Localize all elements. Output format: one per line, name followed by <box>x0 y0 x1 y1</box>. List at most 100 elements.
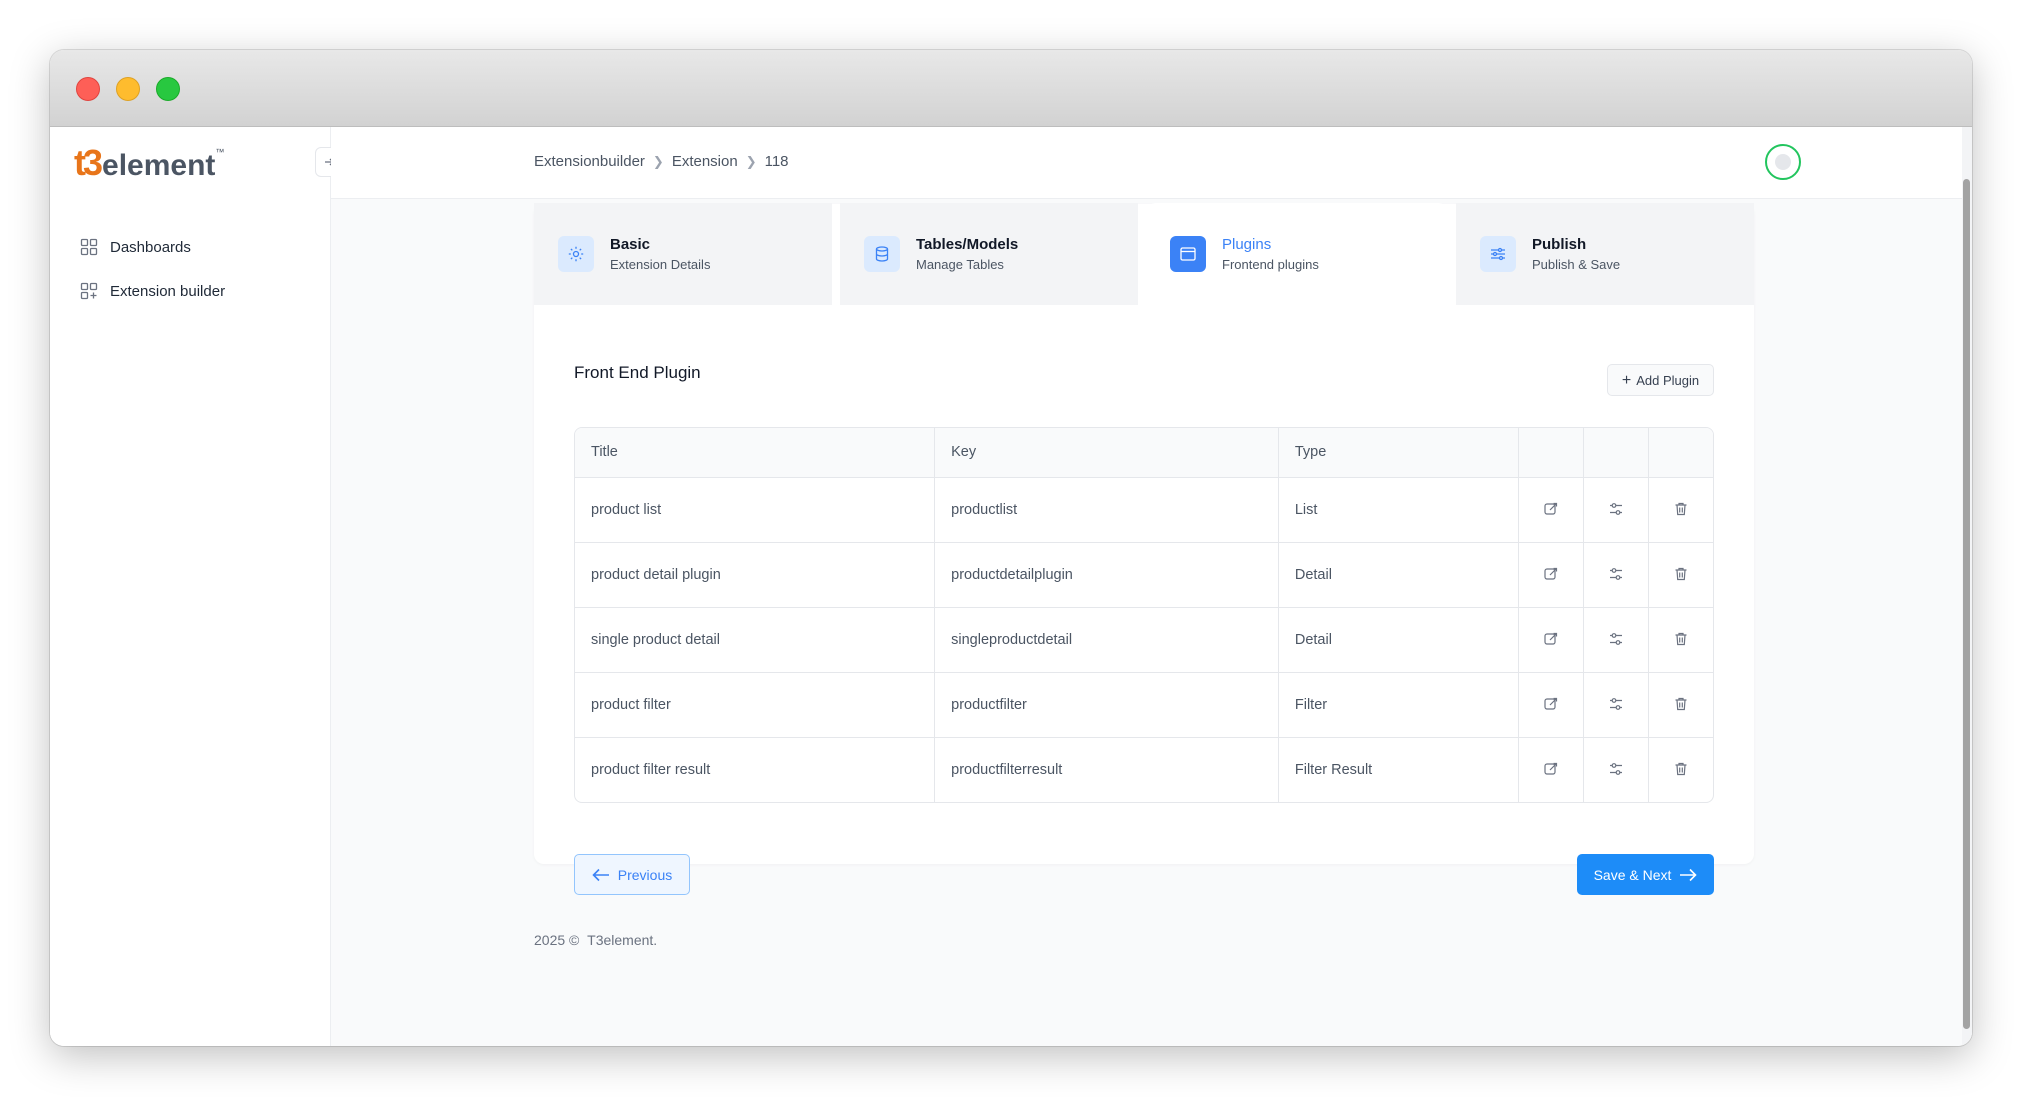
footer-company[interactable]: T3element. <box>587 932 657 948</box>
database-icon <box>875 246 889 262</box>
plugins-table: Title Key Type product list productlist Li… <box>574 427 1714 803</box>
table-row: product filter result productfilterresult… <box>575 737 1713 802</box>
cell-key: productfilter <box>934 672 1279 738</box>
logo-mark: t3 <box>74 142 103 183</box>
cell-title: product filter result <box>575 737 936 802</box>
step-title: Basic <box>610 236 651 253</box>
cell-delete <box>1648 607 1713 673</box>
cell-title: product detail plugin <box>575 542 936 608</box>
scrollbar-thumb[interactable] <box>1963 179 1970 1029</box>
step-title: Publish <box>1531 236 1587 253</box>
step-icon-box <box>1479 236 1516 272</box>
column-header-title: Title <box>575 428 936 478</box>
chevron-right-icon: ❯ <box>745 153 757 169</box>
cell-type: Filter Result <box>1278 737 1519 802</box>
trash-icon[interactable] <box>1670 498 1692 520</box>
cell-type: Detail <box>1278 607 1519 673</box>
breadcrumb-item-extension[interactable]: Extension <box>672 153 738 170</box>
step-subtitle: Manage Tables <box>916 257 1004 272</box>
cell-type: Filter <box>1278 672 1519 738</box>
column-header-edit <box>1518 428 1584 478</box>
previous-button[interactable]: Previous <box>574 854 690 895</box>
window-titlebar <box>50 50 1972 127</box>
brand-logo[interactable]: t3 element ™ <box>74 141 224 181</box>
step-subtitle: Publish & Save <box>1531 257 1621 272</box>
step-subtitle: Frontend plugins <box>1222 257 1319 272</box>
cell-edit <box>1518 542 1584 608</box>
trash-icon[interactable] <box>1670 628 1692 650</box>
settings-icon[interactable] <box>1605 628 1627 650</box>
sidebar-item-extension-builder[interactable]: Extension builder <box>80 269 225 313</box>
cell-title: product filter <box>575 672 936 738</box>
plus-icon: + <box>1621 371 1632 389</box>
step-icon-box <box>864 236 900 272</box>
breadcrumb-item-current: 118 <box>764 153 789 170</box>
step-icon-box <box>1170 236 1206 272</box>
save-next-label: Save & Next <box>1593 866 1672 883</box>
cell-settings <box>1583 542 1649 608</box>
cell-title: single product detail <box>575 607 936 673</box>
wizard-steps: Basic Extension Details Tables/Models Ma… <box>534 203 1754 305</box>
section-title: Front End Plugin <box>574 363 701 382</box>
edit-icon[interactable] <box>1540 758 1562 780</box>
breadcrumb-item-extensionbuilder[interactable]: Extensionbuilder <box>534 153 645 170</box>
step-title: Plugins <box>1222 236 1272 253</box>
edit-icon[interactable] <box>1540 563 1562 585</box>
step-basic[interactable]: Basic Extension Details <box>534 203 832 305</box>
column-header-type: Type <box>1278 428 1519 478</box>
footer: 2025 © T3element. <box>534 932 657 948</box>
page-scrollbar[interactable] <box>1962 127 1972 1046</box>
edit-icon[interactable] <box>1540 498 1562 520</box>
footer-year: 2025 © <box>534 932 580 948</box>
grid-icon <box>80 238 98 256</box>
avatar-image <box>1775 154 1791 170</box>
add-plugin-button[interactable]: + Add Plugin <box>1607 364 1714 396</box>
cell-key: productfilterresult <box>934 737 1279 802</box>
maximize-window-button[interactable] <box>156 77 180 101</box>
cell-settings <box>1583 737 1649 802</box>
logo-name: element <box>102 149 216 182</box>
close-window-button[interactable] <box>76 77 100 101</box>
cell-edit <box>1518 477 1584 543</box>
cell-edit <box>1518 607 1584 673</box>
trash-icon[interactable] <box>1670 693 1692 715</box>
edit-icon[interactable] <box>1540 693 1562 715</box>
sidebar-item-dashboards[interactable]: Dashboards <box>80 225 225 269</box>
cell-edit <box>1518 672 1584 738</box>
settings-icon[interactable] <box>1605 693 1627 715</box>
trash-icon[interactable] <box>1670 563 1692 585</box>
sidebar-item-label: Extension builder <box>110 282 226 300</box>
browser-window: t3 element ™ Dashboards Extension builde… <box>50 50 1972 1046</box>
save-next-button[interactable]: Save & Next <box>1577 854 1714 895</box>
cell-title: product list <box>575 477 936 543</box>
cell-key: productdetailplugin <box>934 542 1279 608</box>
cell-delete <box>1648 477 1713 543</box>
cell-edit <box>1518 737 1584 802</box>
cell-key: productlist <box>934 477 1279 543</box>
chevron-right-icon: ❯ <box>652 153 664 169</box>
grid-plus-icon <box>80 282 98 300</box>
sidebar: t3 element ™ Dashboards Extension builde… <box>50 127 331 1046</box>
step-plugins[interactable]: Plugins Frontend plugins <box>1146 203 1448 305</box>
trash-icon[interactable] <box>1670 758 1692 780</box>
table-body: product list productlist List product detai… <box>575 477 1713 802</box>
user-avatar[interactable] <box>1765 144 1801 180</box>
step-title: Tables/Models <box>916 236 1019 253</box>
settings-icon[interactable] <box>1605 758 1627 780</box>
window-icon <box>1180 247 1196 261</box>
minimize-window-button[interactable] <box>116 77 140 101</box>
cell-key: singleproductdetail <box>934 607 1279 673</box>
cell-delete <box>1648 542 1713 608</box>
table-row: product filter productfilter Filter <box>575 672 1713 738</box>
step-tables-models[interactable]: Tables/Models Manage Tables <box>840 203 1138 305</box>
settings-icon[interactable] <box>1605 498 1627 520</box>
topbar: Extensionbuilder ❯ Extension ❯ 118 <box>331 127 1962 199</box>
column-header-delete <box>1648 428 1713 478</box>
cell-type: List <box>1278 477 1519 543</box>
settings-icon[interactable] <box>1605 563 1627 585</box>
edit-icon[interactable] <box>1540 628 1562 650</box>
cell-delete <box>1648 672 1713 738</box>
sidebar-item-label: Dashboards <box>110 238 191 256</box>
cell-settings <box>1583 672 1649 738</box>
step-publish[interactable]: Publish Publish & Save <box>1455 203 1754 305</box>
